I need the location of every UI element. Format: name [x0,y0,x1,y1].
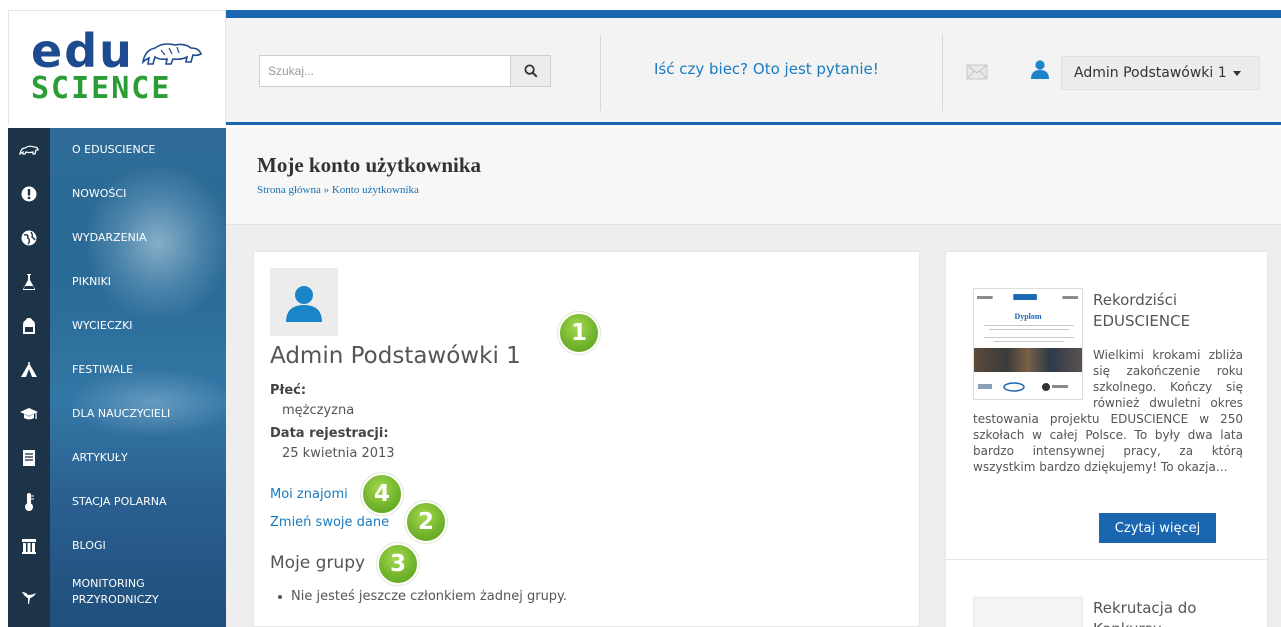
header-top-stripe [225,10,1281,18]
polar-bear-icon [8,128,50,172]
edit-profile-link[interactable]: Zmień swoje dane [270,515,389,530]
promo-link[interactable]: Iść czy biec? Oto jest pytanie! [654,60,879,78]
sidebar-item-monitoring-przyrodniczy[interactable]: MONITORING PRZYRODNICZY [8,568,226,618]
sidebar-item-label: WYCIECZKI [72,319,133,332]
profile-name: Admin Podstawówki 1 [270,343,521,369]
groups-empty-text: Nie jesteś jeszcze członkiem żadnej grup… [291,589,568,604]
news-thumbnail[interactable] [973,597,1083,627]
user-menu-label: Admin Podstawówki 1 [1074,65,1227,81]
step-badge-4: 4 [361,473,403,515]
flask-icon [8,260,50,304]
document-icon [8,436,50,480]
groups-title: Moje grupy [270,553,366,573]
news-excerpt: Wielkimi krokami zbliża się zakończenie … [973,348,1243,474]
user-icon [1031,60,1049,79]
sidebar-item-label: NOWOŚCI [72,187,127,200]
sidebar-item-stacja-polarna[interactable]: STACJA POLARNA [8,480,226,524]
chevron-down-icon [1232,70,1241,76]
sidebar: O EDUSCIENCE NOWOŚCI WYDARZENIA PIKNIKI … [8,128,226,627]
sidebar-item-label: DLA NAUCZYCIELI [72,407,171,420]
gender-label: Płeć: [270,383,307,398]
sidebar-item-label: MONITORING PRZYRODNICZY [72,577,159,606]
bird-icon [8,568,50,626]
sidebar-item-wydarzenia[interactable]: WYDARZENIA [8,216,226,260]
sidebar-item-label: FESTIWALE [72,363,134,376]
user-menu-dropdown[interactable]: Admin Podstawówki 1 [1061,56,1260,90]
thermometer-icon [8,480,50,524]
news-title[interactable]: Rekordziści EDUSCIENCE [1093,290,1243,332]
sidebar-item-blogi[interactable]: BLOGI [8,524,226,568]
sidebar-item-festiwale[interactable]: FESTIWALE [8,348,226,392]
columns-icon [8,524,50,568]
sidebar-item-label: PIKNIKI [72,275,112,288]
news-card: Rekrutacja do Konkursu [945,559,1268,627]
sidebar-item-artykuly[interactable]: ARTYKUŁY [8,436,226,480]
search-input[interactable]: Szukaj... [259,55,511,87]
globe-icon [8,216,50,260]
step-badge-1: 1 [558,312,600,354]
exclamation-icon [8,172,50,216]
news-card: Dyplom Rekordziści EDUSCIENCE Wielkimi k… [945,251,1268,561]
sidebar-item-label: O EDUSCIENCE [72,143,156,156]
graduation-cap-icon [8,392,50,436]
header-divider [942,35,943,111]
logo-text-science: SCIENCE [31,71,172,106]
sidebar-item-wycieczki[interactable]: WYCIECZKI [8,304,226,348]
sidebar-item-dla-nauczycieli[interactable]: DLA NAUCZYCIELI [8,392,226,436]
tent-icon [8,348,50,392]
page-title-bar: Moje konto użytkownika Strona główna » K… [226,128,1281,225]
avatar [270,268,338,336]
sidebar-item-nowosci[interactable]: NOWOŚCI [8,172,226,216]
search-icon [524,64,538,78]
header-divider [600,35,601,111]
registration-label: Data rejestracji: [270,426,389,441]
sidebar-item-label: WYDARZENIA [72,231,147,244]
envelope-icon[interactable] [966,64,988,80]
logo-text-edu: edu [31,24,134,78]
friends-link[interactable]: Moi znajomi [270,487,348,502]
profile-card: Admin Podstawówki 1 1 Płeć: mężczyzna Da… [253,251,920,627]
sidebar-item-label: ARTYKUŁY [72,451,128,464]
user-icon [286,286,322,322]
header-bar: Szukaj... Iść czy biec? Oto jest pytanie… [226,18,1281,125]
search-button[interactable] [511,55,551,87]
sidebar-item-label: STACJA POLARNA [72,495,167,508]
sidebar-item-label: BLOGI [72,539,106,552]
gender-value: mężczyzna [282,403,355,418]
sidebar-item-pikniki[interactable]: PIKNIKI [8,260,226,304]
thumbnail-header-logos [976,294,1079,300]
registration-value: 25 kwietnia 2013 [282,446,395,461]
breadcrumb[interactable]: Strona główna » Konto użytkownika [257,184,419,196]
step-badge-3: 3 [377,543,419,585]
sidebar-item-o-eduscience[interactable]: O EDUSCIENCE [8,128,226,172]
page-title: Moje konto użytkownika [257,153,482,177]
news-title[interactable]: Rekrutacja do Konkursu [1093,598,1253,627]
list-item: Nie jesteś jeszcze członkiem żadnej grup… [278,589,567,604]
backpack-icon [8,304,50,348]
thumbnail-title: Dyplom [1014,312,1042,321]
read-more-button[interactable]: Czytaj więcej [1099,513,1216,543]
step-badge-2: 2 [405,501,447,543]
polar-bear-logo-icon [141,43,202,65]
logo[interactable]: edu SCIENCE [8,10,226,125]
